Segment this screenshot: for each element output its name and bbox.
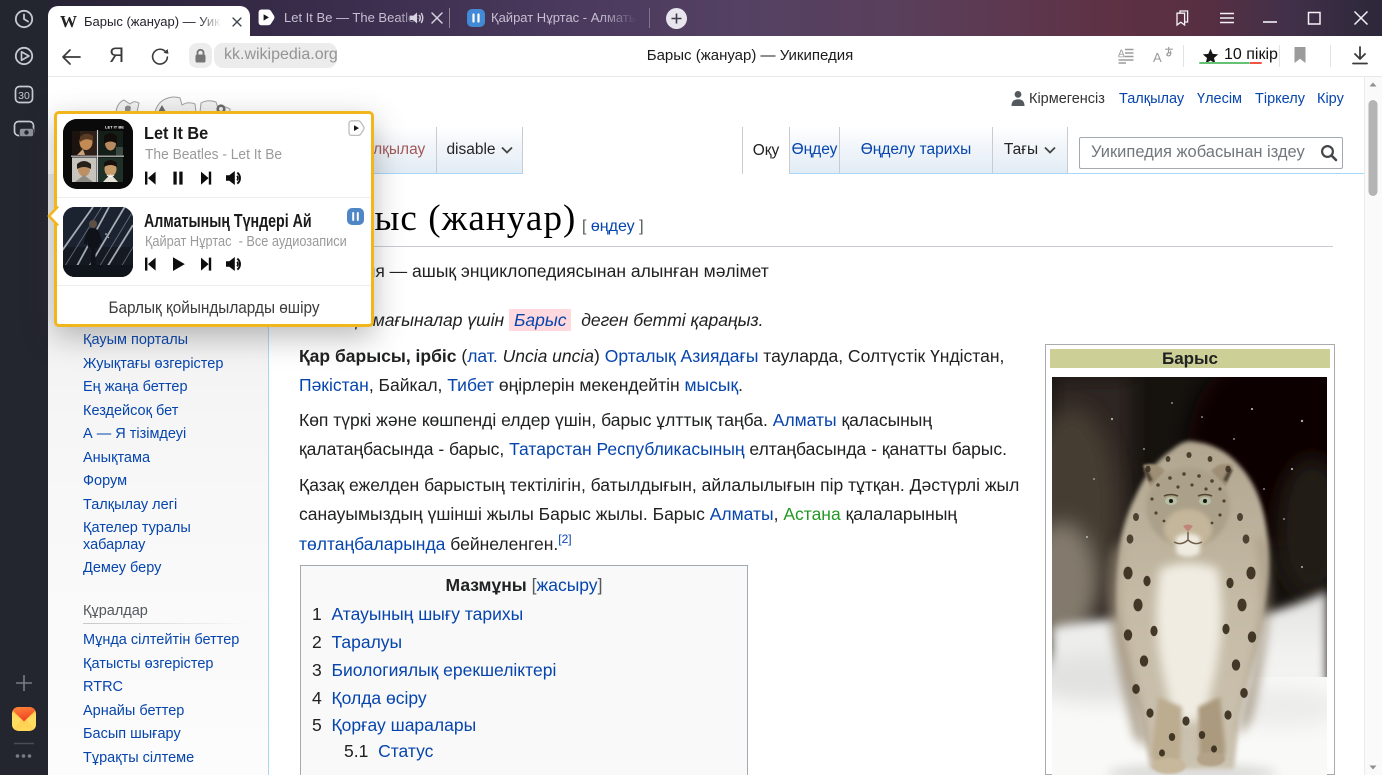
- svg-text:LET IT BE: LET IT BE: [105, 125, 124, 130]
- svg-text:30: 30: [18, 90, 30, 102]
- svg-text:A: A: [1118, 49, 1125, 60]
- svg-text:A: A: [1153, 50, 1162, 65]
